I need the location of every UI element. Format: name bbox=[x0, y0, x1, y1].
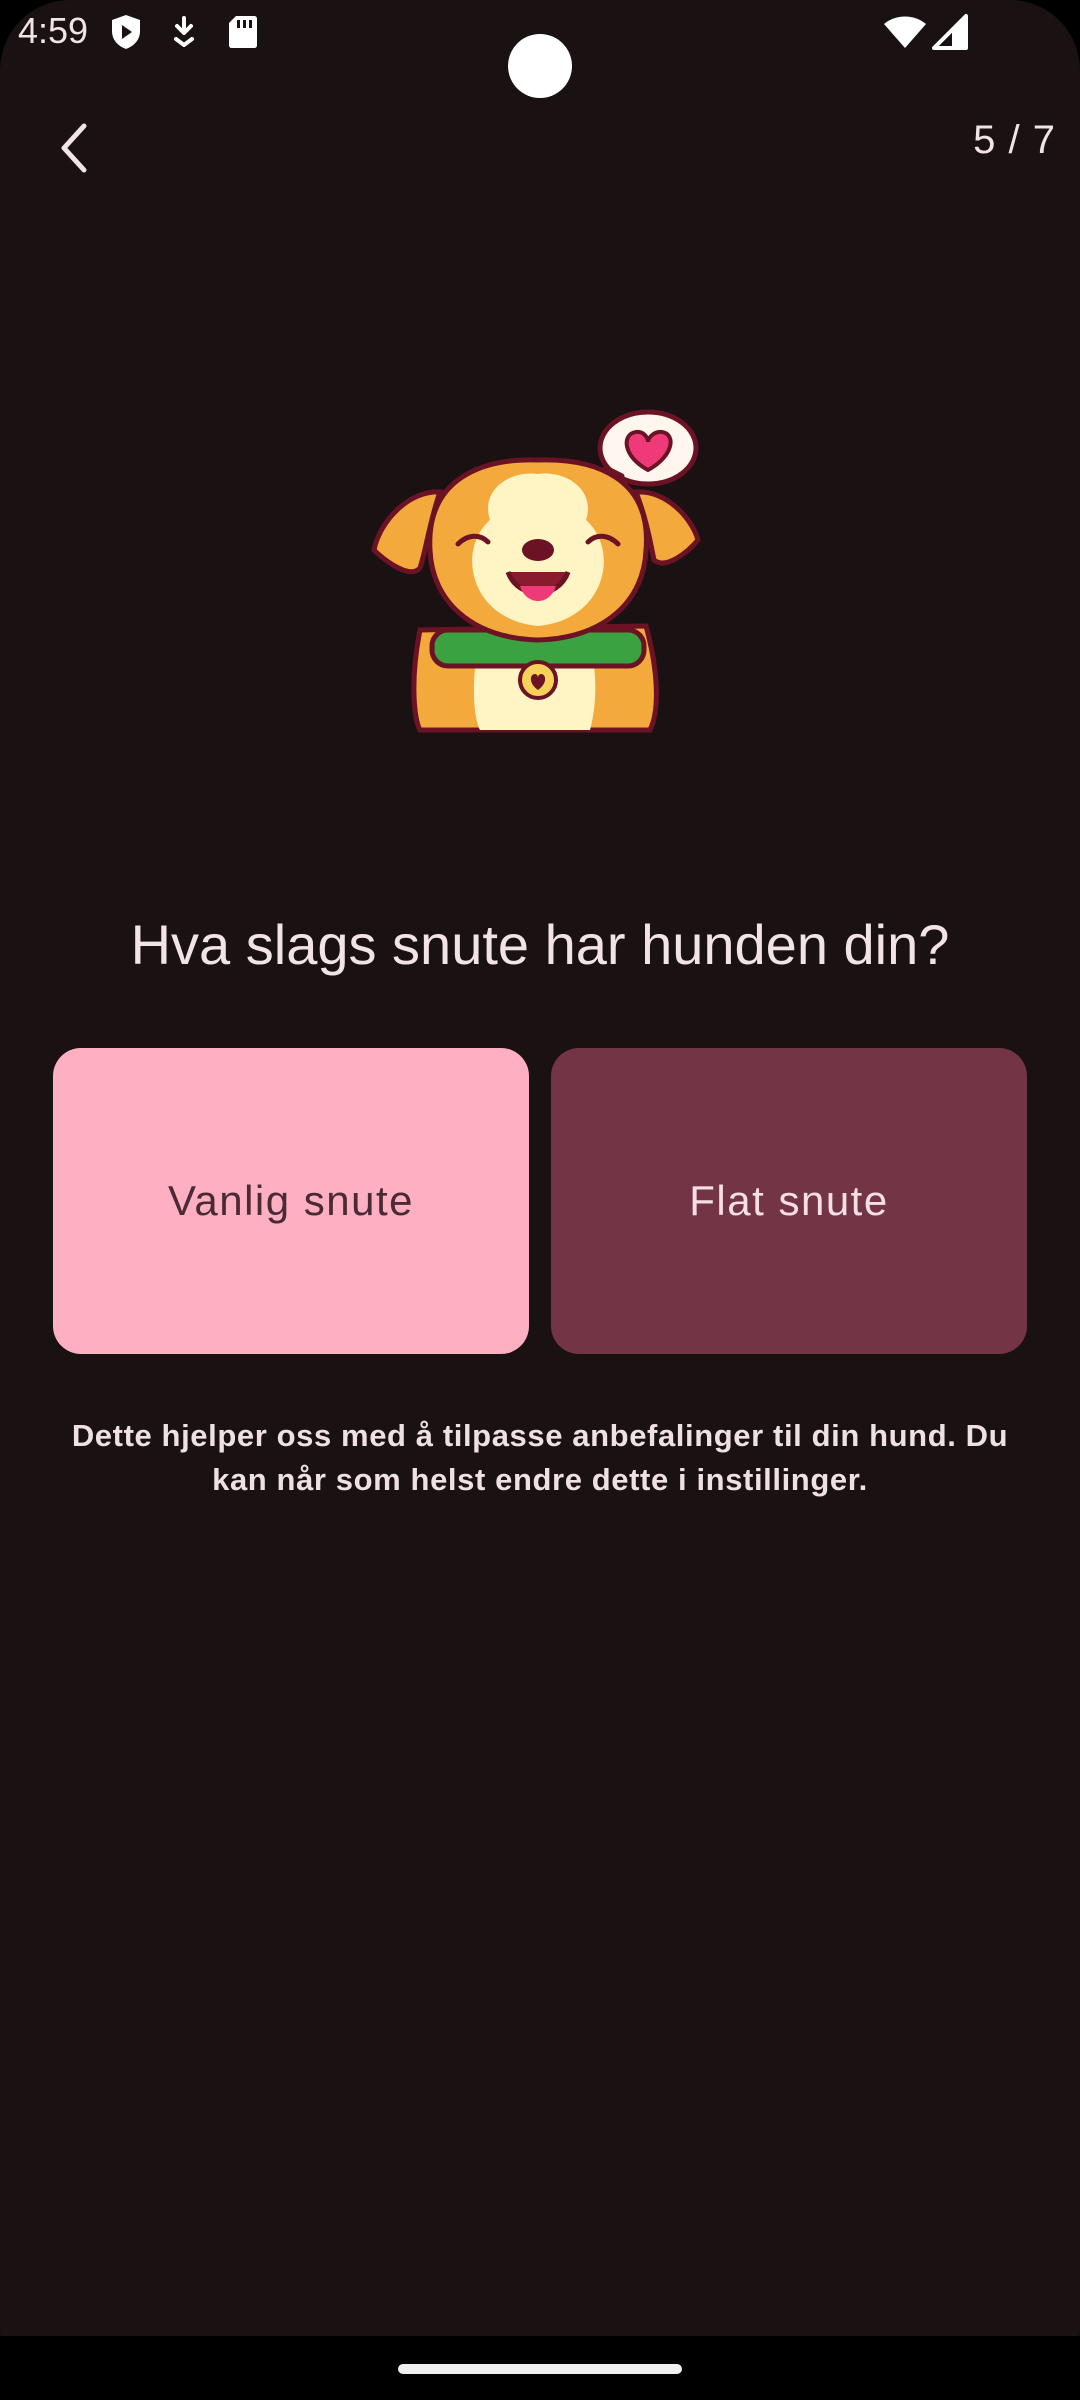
chevron-left-icon bbox=[61, 123, 87, 173]
download-icon bbox=[164, 12, 204, 52]
status-bar: 4:59 bbox=[0, 0, 1080, 98]
shield-play-icon bbox=[106, 12, 146, 52]
hint-text: Dette hjelper oss med å tilpasse anbefal… bbox=[71, 1418, 1009, 1497]
onboarding-screen: 4:59 5 / 7 Hva slags snute har hunden di… bbox=[0, 0, 1080, 2400]
dog-with-heart-illustration bbox=[370, 400, 710, 750]
back-button[interactable] bbox=[44, 112, 104, 184]
option-label: Flat snute bbox=[689, 1177, 889, 1224]
wifi-icon bbox=[882, 12, 928, 52]
question-title: Hva slags snute har hunden din? bbox=[130, 913, 950, 976]
home-indicator[interactable] bbox=[398, 2364, 682, 2374]
signal-icon bbox=[930, 12, 970, 52]
option-flat-snout[interactable]: Flat snute bbox=[551, 1048, 1027, 1354]
option-regular-snout[interactable]: Vanlig snute bbox=[53, 1048, 529, 1354]
status-time: 4:59 bbox=[18, 10, 89, 51]
option-label: Vanlig snute bbox=[167, 1177, 415, 1224]
step-counter: 5 / 7 bbox=[973, 118, 1056, 162]
camera-cutout bbox=[508, 34, 572, 98]
navigation-bar bbox=[0, 2336, 1080, 2400]
sd-card-icon bbox=[222, 12, 262, 52]
